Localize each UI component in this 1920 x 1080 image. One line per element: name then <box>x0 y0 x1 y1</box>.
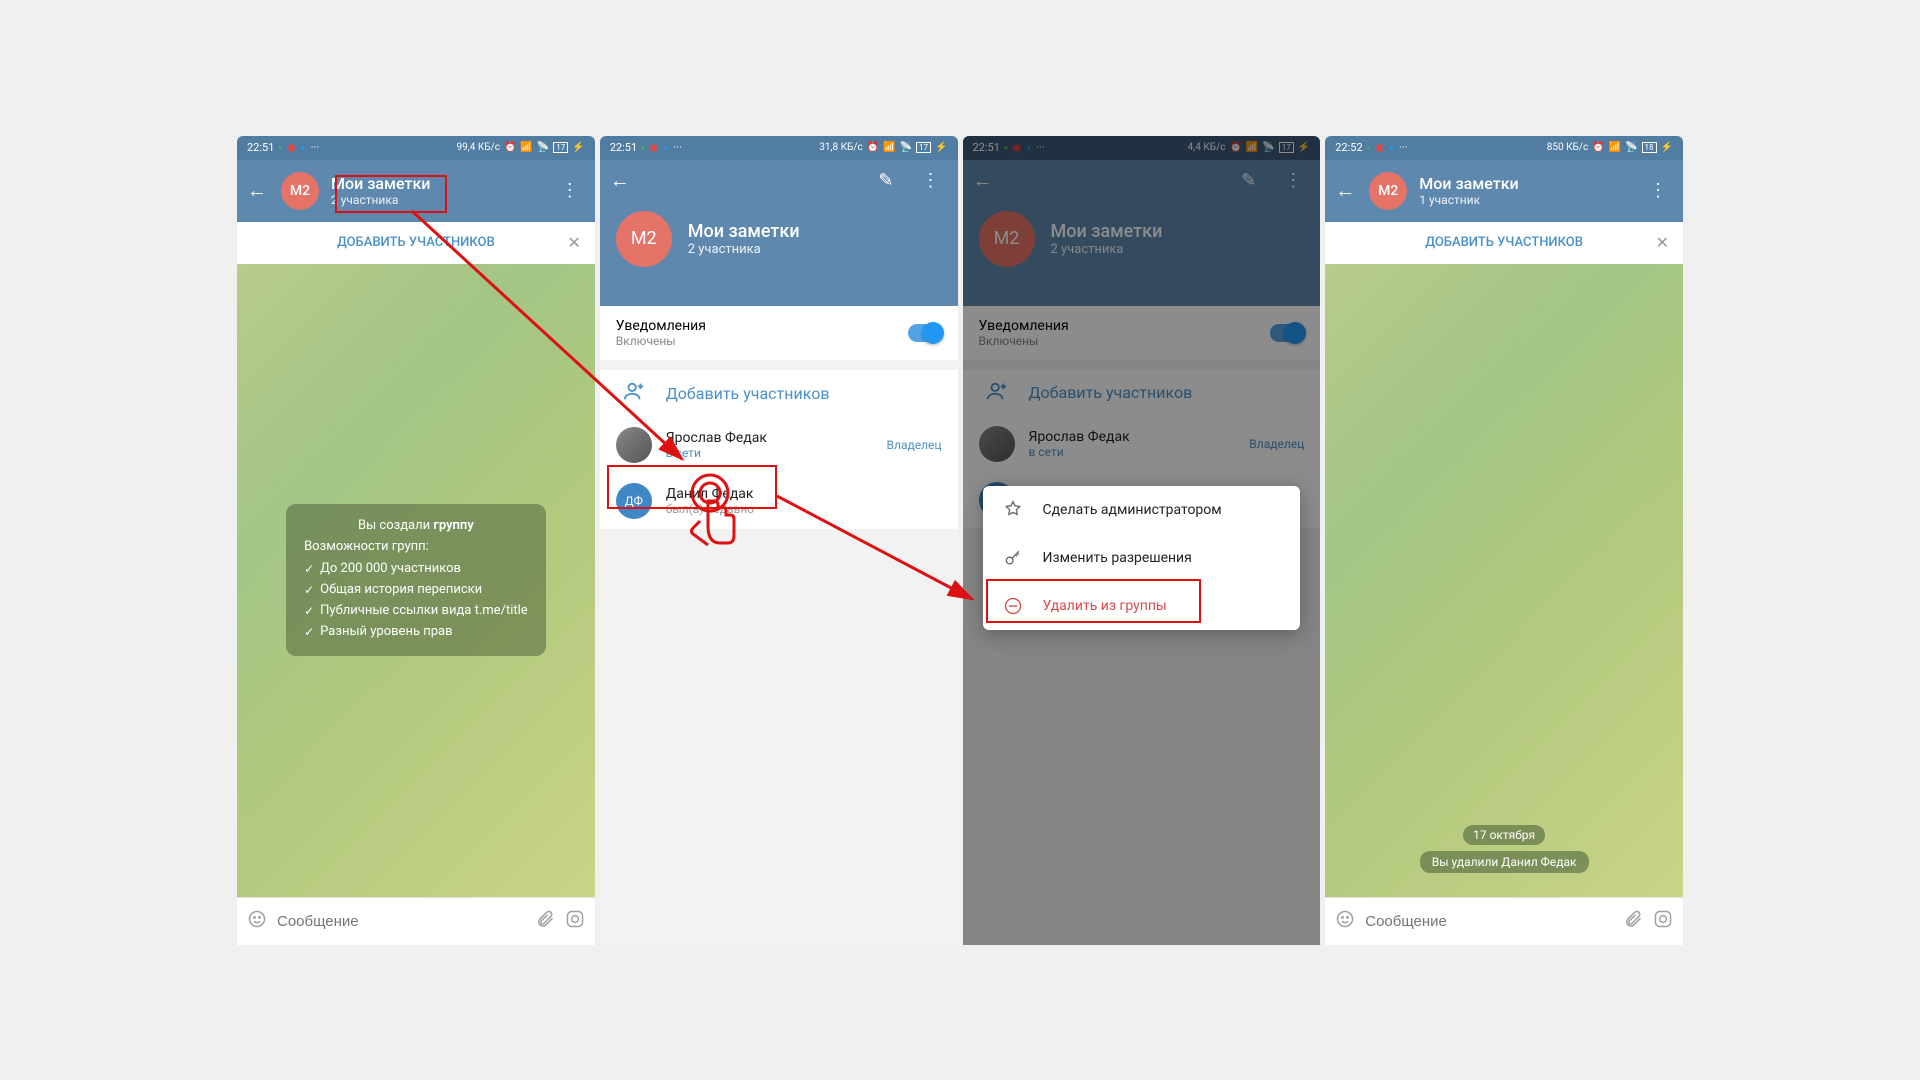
member-avatar: ДФ <box>616 483 652 519</box>
group-avatar[interactable]: M2 <box>616 211 672 267</box>
add-members-label: ДОБАВИТЬ УЧАСТНИКОВ <box>1425 235 1583 250</box>
alarm-icon: ⏰ <box>867 142 879 153</box>
group-title: Мои заметки <box>1419 174 1518 193</box>
group-avatar[interactable]: M2 <box>1369 172 1407 210</box>
add-members-bar[interactable]: ДОБАВИТЬ УЧАСТНИКОВ ✕ <box>237 222 595 264</box>
title-block[interactable]: Мои заметки 2 участника <box>331 174 430 207</box>
battery-icon: 17 <box>916 142 931 153</box>
charging-icon: ⚡ <box>572 142 584 153</box>
signal-icon: 📶 <box>1609 142 1621 153</box>
group-avatar[interactable]: M2 <box>281 172 319 210</box>
system-message: Вы удалили Данил Федак <box>1420 851 1589 873</box>
member-count: 1 участник <box>1419 193 1518 207</box>
battery-icon: 17 <box>553 142 568 153</box>
battery-icon: 18 <box>1642 142 1657 153</box>
add-members-bar[interactable]: ДОБАВИТЬ УЧАСТНИКОВ ✕ <box>1325 222 1683 264</box>
chat-background: Вы создали группу Возможности групп: До … <box>237 264 595 897</box>
add-members-row[interactable]: Добавить участников <box>600 370 958 417</box>
remove-icon <box>1003 596 1023 616</box>
notif-status: Включены <box>616 334 908 348</box>
status-time: 22:51 <box>247 141 274 154</box>
status-bar: 22:51 ▪◉◗··· 31,8 КБ/с ⏰📶📡 17⚡ <box>600 136 958 160</box>
phone-screen-1: 22:51 ▪◉◗··· 99,4 КБ/с ⏰ 📶 📡 17 ⚡ ← M2 М… <box>237 136 595 945</box>
tutorial-canvas: 22:51 ▪◉◗··· 99,4 КБ/с ⏰ 📶 📡 17 ⚡ ← M2 М… <box>232 131 1688 950</box>
chat-appbar: ← M2 Мои заметки 1 участник ⋮ <box>1325 160 1683 222</box>
status-net: 31,8 КБ/с <box>819 142 862 153</box>
back-button[interactable]: ← <box>245 178 269 203</box>
status-bar: 22:51 ▪◉◗··· 99,4 КБ/с ⏰ 📶 📡 17 ⚡ <box>237 136 595 160</box>
member-row-owner[interactable]: Ярослав Федак в сети Владелец <box>600 417 958 473</box>
status-net: 850 КБ/с <box>1547 142 1588 153</box>
empty-area <box>600 529 958 945</box>
alarm-icon: ⏰ <box>1592 142 1604 153</box>
date-pill: 17 октября <box>1463 825 1545 845</box>
feature-item: Общая история переписки <box>304 579 528 600</box>
signal-icon: 📶 <box>883 142 895 153</box>
feature-item: Разный уровень прав <box>304 621 528 642</box>
wifi-icon: 📡 <box>900 142 912 153</box>
status-bar: 22:52 ▪◉◗··· 850 КБ/с ⏰📶📡 18⚡ <box>1325 136 1683 160</box>
message-input-bar <box>237 897 595 945</box>
wifi-icon: 📡 <box>1625 142 1637 153</box>
back-button[interactable]: ← <box>608 168 632 193</box>
close-icon[interactable]: ✕ <box>1656 233 1669 252</box>
charging-icon: ⚡ <box>1661 142 1673 153</box>
notifications-row[interactable]: Уведомления Включены <box>600 306 958 370</box>
phone-screen-4: 22:52 ▪◉◗··· 850 КБ/с ⏰📶📡 18⚡ ← M2 Мои з… <box>1325 136 1683 945</box>
wifi-icon: 📡 <box>537 142 549 153</box>
member-avatar <box>616 427 652 463</box>
notif-title: Уведомления <box>616 318 908 334</box>
phone-screen-2: 22:51 ▪◉◗··· 31,8 КБ/с ⏰📶📡 17⚡ ← ✎ ⋮ M2 … <box>600 136 958 945</box>
emoji-icon[interactable] <box>1335 909 1355 934</box>
ctx-remove-from-group[interactable]: Удалить из группы <box>983 582 1301 630</box>
add-person-icon <box>616 380 652 407</box>
emoji-icon[interactable] <box>247 909 267 934</box>
owner-tag: Владелец <box>887 438 942 452</box>
member-status: в сети <box>666 446 873 460</box>
add-members-label: ДОБАВИТЬ УЧАСТНИКОВ <box>337 235 495 250</box>
message-input[interactable] <box>277 913 525 930</box>
admin-icon <box>1003 500 1023 520</box>
more-menu-icon[interactable]: ⋮ <box>912 170 950 191</box>
member-name: Ярослав Федак <box>666 430 873 446</box>
camera-icon[interactable] <box>1653 909 1673 934</box>
member-name: Данил Федак <box>666 486 942 502</box>
phone-screen-3: 22:51 ▪◉◗··· 4,4 КБ/с ⏰📶📡 17⚡ ← ✎ ⋮ M2 М… <box>963 136 1321 945</box>
member-row[interactable]: ДФ Данил Федак был(а) недавно <box>600 473 958 529</box>
member-count: 2 участника <box>688 242 800 257</box>
chat-background: 17 октября Вы удалили Данил Федак <box>1325 264 1683 897</box>
close-icon[interactable]: ✕ <box>567 233 580 252</box>
more-menu-icon[interactable]: ⋮ <box>553 180 587 201</box>
charging-icon: ⚡ <box>935 142 947 153</box>
message-input-bar <box>1325 897 1683 945</box>
edit-icon[interactable]: ✎ <box>868 170 903 191</box>
notif-toggle[interactable] <box>908 324 942 342</box>
title-block[interactable]: Мои заметки 1 участник <box>1419 174 1518 207</box>
feature-item: До 200 000 участников <box>304 558 528 579</box>
attach-icon[interactable] <box>535 909 555 934</box>
alarm-icon: ⏰ <box>504 142 516 153</box>
group-title: Мои заметки <box>688 221 800 242</box>
message-input[interactable] <box>1365 913 1613 930</box>
more-menu-icon[interactable]: ⋮ <box>1641 180 1675 201</box>
signal-icon: 📶 <box>520 142 532 153</box>
group-title: Мои заметки <box>331 174 430 193</box>
status-time: 22:51 <box>610 141 637 154</box>
chat-appbar: ← M2 Мои заметки 2 участника ⋮ <box>237 160 595 222</box>
status-net: 99,4 КБ/с <box>457 142 500 153</box>
key-icon <box>1003 548 1023 568</box>
camera-icon[interactable] <box>565 909 585 934</box>
ctx-permissions[interactable]: Изменить разрешения <box>983 534 1301 582</box>
ctx-make-admin[interactable]: Сделать администратором <box>983 486 1301 534</box>
back-button[interactable]: ← <box>1333 178 1357 203</box>
attach-icon[interactable] <box>1623 909 1643 934</box>
add-members-label: Добавить участников <box>666 384 830 403</box>
member-context-menu: Сделать администратором Изменить разреше… <box>983 486 1301 630</box>
member-status: был(а) недавно <box>666 502 942 516</box>
group-created-infobox: Вы создали группу Возможности групп: До … <box>286 504 546 656</box>
status-time: 22:52 <box>1335 141 1362 154</box>
feature-item: Публичные ссылки вида t.me/title <box>304 600 528 621</box>
profile-header: ← ✎ ⋮ M2 Мои заметки 2 участника <box>600 160 958 306</box>
member-count: 2 участника <box>331 193 430 207</box>
